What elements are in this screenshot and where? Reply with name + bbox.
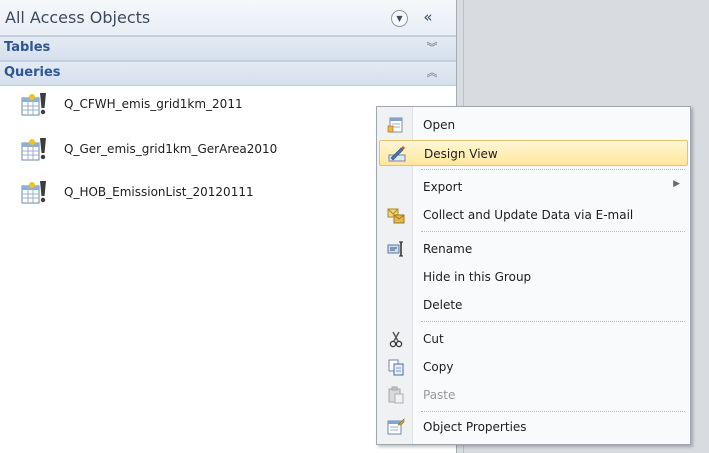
menu-label: Hide in this Group (423, 270, 532, 284)
collect-data-icon (387, 208, 405, 224)
menu-label: Object Properties (423, 420, 527, 434)
menu-item-paste[interactable]: Paste (379, 382, 688, 408)
menu-item-delete[interactable]: Delete (379, 292, 688, 318)
menu-item-cut[interactable]: Cut (379, 326, 688, 352)
menu-label: Design View (424, 147, 498, 161)
query-item[interactable]: Q_Ger_emis_grid1km_GerArea2010 (0, 133, 440, 167)
menu-label: Collect and Update Data via E-mail (423, 208, 634, 222)
scissors-icon (389, 331, 403, 348)
group-title-queries: Queries (4, 65, 61, 80)
menu-item-copy[interactable]: Copy (379, 354, 688, 380)
copy-icon (388, 359, 404, 376)
properties-icon (387, 418, 405, 435)
paste-icon (388, 386, 404, 404)
shutter-bar-collapse-icon[interactable]: « (418, 7, 438, 27)
menu-label: Open (423, 118, 456, 132)
menu-label: Rename (423, 242, 473, 256)
query-item[interactable]: Q_CFWH_emis_grid1km_2011 (0, 88, 440, 122)
group-header-tables[interactable]: Tables ︾ (0, 36, 456, 61)
menu-label: Copy (423, 360, 454, 374)
action-query-icon (21, 93, 46, 116)
menu-label: Export (423, 180, 463, 194)
menu-item-design-view[interactable]: Design View (379, 140, 688, 166)
submenu-arrow-icon: ▶ (673, 179, 680, 189)
menu-item-rename[interactable]: Rename (379, 236, 688, 262)
menu-item-object-properties[interactable]: Object Properties (379, 414, 688, 440)
open-icon (387, 117, 403, 133)
group-title-tables: Tables (4, 40, 51, 55)
menu-label: Paste (423, 388, 456, 402)
query-label: Q_HOB_EmissionList_20120111 (64, 185, 254, 199)
menu-label: Cut (423, 332, 444, 346)
query-label: Q_Ger_emis_grid1km_GerArea2010 (64, 142, 278, 156)
pane-header[interactable]: All Access Objects ▼ « (0, 0, 456, 36)
menu-separator (421, 411, 685, 412)
menu-item-hide-in-group[interactable]: Hide in this Group (379, 264, 688, 290)
query-item[interactable]: Q_HOB_EmissionList_20120111 (0, 176, 440, 210)
menu-item-export[interactable]: Export ▶ (379, 174, 688, 200)
action-query-icon (21, 181, 46, 204)
design-view-icon (388, 146, 406, 162)
chevron-up-icon[interactable]: ︽ (424, 64, 440, 82)
group-header-queries[interactable]: Queries ︽ (0, 61, 456, 86)
action-query-icon (21, 138, 46, 161)
context-menu: Open Design View Export ▶ Collect and Up… (376, 106, 691, 445)
pane-title[interactable]: All Access Objects (5, 8, 150, 27)
menu-separator (421, 169, 685, 170)
menu-separator (421, 231, 685, 232)
rename-icon (387, 241, 403, 257)
chevron-down-icon[interactable]: ︾ (424, 39, 440, 57)
menu-separator (421, 321, 685, 322)
menu-item-open[interactable]: Open (379, 112, 688, 138)
pane-dropdown-icon[interactable]: ▼ (391, 10, 408, 27)
menu-item-collect-data[interactable]: Collect and Update Data via E-mail (379, 202, 688, 228)
menu-label: Delete (423, 298, 463, 312)
query-label: Q_CFWH_emis_grid1km_2011 (64, 97, 243, 111)
